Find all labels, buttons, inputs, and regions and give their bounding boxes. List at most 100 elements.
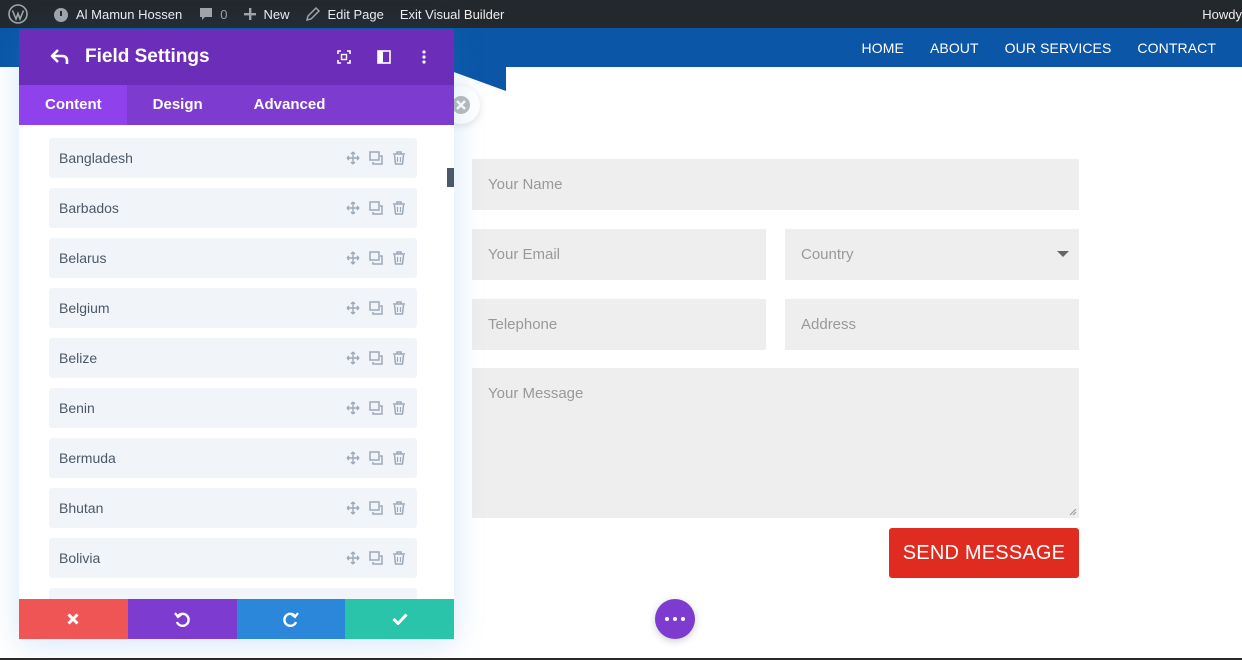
option-label: Bangladesh xyxy=(59,150,133,166)
plus-icon xyxy=(244,8,257,20)
list-item[interactable]: Bermuda xyxy=(49,438,417,478)
comments-link[interactable]: 0 xyxy=(190,0,235,28)
more-options-icon[interactable] xyxy=(414,47,434,67)
expand-icon[interactable] xyxy=(334,47,354,67)
name-placeholder: Your Name xyxy=(488,176,563,193)
panel-scrollbar[interactable] xyxy=(447,168,454,187)
more-dots-icon xyxy=(665,617,669,621)
country-select[interactable]: Country xyxy=(785,229,1079,280)
option-label: Bermuda xyxy=(59,450,116,466)
tab-advanced[interactable]: Advanced xyxy=(228,85,351,125)
move-icon[interactable] xyxy=(345,200,361,216)
back-arrow-icon[interactable] xyxy=(49,47,71,67)
list-item[interactable]: Belgium xyxy=(49,288,417,328)
trash-icon[interactable] xyxy=(391,450,407,466)
trash-icon[interactable] xyxy=(391,150,407,166)
snap-sidebar-icon[interactable] xyxy=(374,47,394,67)
move-icon[interactable] xyxy=(345,550,361,566)
send-message-button[interactable]: SEND MESSAGE xyxy=(889,528,1079,578)
trash-icon[interactable] xyxy=(391,200,407,216)
howdy-label: Howdy xyxy=(1202,6,1242,22)
page-settings-button[interactable] xyxy=(655,599,695,639)
panel-footer xyxy=(19,599,454,639)
resize-handle-icon[interactable] xyxy=(1069,508,1077,516)
move-icon[interactable] xyxy=(345,150,361,166)
pencil-icon xyxy=(306,6,321,22)
list-item[interactable]: Belize xyxy=(49,338,417,378)
move-icon[interactable] xyxy=(345,250,361,266)
list-item[interactable]: Bhutan xyxy=(49,488,417,528)
list-item[interactable]: Belarus xyxy=(49,238,417,278)
trash-icon[interactable] xyxy=(391,300,407,316)
checkmark-icon xyxy=(392,613,408,625)
panel-header-actions xyxy=(314,47,434,67)
exit-visual-builder-link[interactable]: Exit Visual Builder xyxy=(392,0,513,28)
dashboard-icon xyxy=(54,8,68,22)
trash-icon[interactable] xyxy=(391,250,407,266)
duplicate-icon[interactable] xyxy=(368,250,384,266)
site-name-link[interactable]: Al Mamun Hossen xyxy=(44,0,190,28)
list-item[interactable] xyxy=(49,588,417,599)
country-placeholder: Country xyxy=(801,246,854,263)
list-item[interactable]: Benin xyxy=(49,388,417,428)
option-label: Belarus xyxy=(59,250,107,266)
tab-content[interactable]: Content xyxy=(19,85,127,125)
undo-icon xyxy=(174,612,190,627)
duplicate-icon[interactable] xyxy=(368,550,384,566)
list-item[interactable]: Bolivia xyxy=(49,538,417,578)
panel-body: Bangladesh Barbados Belarus Belgium Beli… xyxy=(19,125,454,599)
panel-title: Field Settings xyxy=(85,46,210,67)
email-input[interactable]: Your Email xyxy=(472,229,766,280)
nav-our-services[interactable]: OUR SERVICES xyxy=(1005,40,1112,56)
tab-design[interactable]: Design xyxy=(127,85,228,125)
duplicate-icon[interactable] xyxy=(368,400,384,416)
message-textarea[interactable]: Your Message xyxy=(472,368,1079,518)
list-item[interactable]: Bangladesh xyxy=(49,138,417,178)
trash-icon[interactable] xyxy=(391,350,407,366)
duplicate-icon[interactable] xyxy=(368,350,384,366)
option-label: Barbados xyxy=(59,200,119,216)
option-label: Belgium xyxy=(59,300,110,316)
save-button[interactable] xyxy=(345,599,454,639)
chevron-down-icon xyxy=(1057,251,1069,257)
address-placeholder: Address xyxy=(801,316,857,333)
nav-contract[interactable]: CONTRACT xyxy=(1137,40,1216,56)
move-icon[interactable] xyxy=(345,400,361,416)
cancel-button[interactable] xyxy=(19,599,128,639)
duplicate-icon[interactable] xyxy=(368,200,384,216)
telephone-input[interactable]: Telephone xyxy=(472,299,766,350)
trash-icon[interactable] xyxy=(391,500,407,516)
duplicate-icon[interactable] xyxy=(368,500,384,516)
telephone-placeholder: Telephone xyxy=(488,316,558,333)
duplicate-icon[interactable] xyxy=(368,300,384,316)
trash-icon[interactable] xyxy=(391,400,407,416)
howdy-account-link[interactable]: Howdy xyxy=(1194,0,1242,28)
new-content-link[interactable]: New xyxy=(235,0,297,28)
name-input[interactable]: Your Name xyxy=(472,159,1079,210)
trash-icon[interactable] xyxy=(391,550,407,566)
close-circle-icon xyxy=(452,96,470,114)
edit-page-link[interactable]: Edit Page xyxy=(297,0,391,28)
move-icon[interactable] xyxy=(345,350,361,366)
address-input[interactable]: Address xyxy=(785,299,1079,350)
email-placeholder: Your Email xyxy=(488,246,560,263)
edit-page-label: Edit Page xyxy=(327,6,384,22)
duplicate-icon[interactable] xyxy=(368,450,384,466)
nav-about[interactable]: ABOUT xyxy=(930,40,979,56)
move-icon[interactable] xyxy=(345,500,361,516)
wordpress-logo-icon[interactable] xyxy=(0,0,44,28)
redo-button[interactable] xyxy=(236,599,346,639)
comment-icon xyxy=(200,8,213,20)
new-label: New xyxy=(263,6,290,22)
option-label: Bolivia xyxy=(59,550,101,566)
site-name: Al Mamun Hossen xyxy=(76,6,183,22)
nav-home[interactable]: HOME xyxy=(862,40,904,56)
move-icon[interactable] xyxy=(345,300,361,316)
option-label: Bhutan xyxy=(59,500,104,516)
option-list: Bangladesh Barbados Belarus Belgium Beli… xyxy=(49,138,417,599)
move-icon[interactable] xyxy=(345,450,361,466)
undo-button[interactable] xyxy=(127,599,237,639)
list-item[interactable]: Barbados xyxy=(49,188,417,228)
field-settings-panel: Field Settings Content Design Advanced B… xyxy=(19,29,454,639)
duplicate-icon[interactable] xyxy=(368,150,384,166)
